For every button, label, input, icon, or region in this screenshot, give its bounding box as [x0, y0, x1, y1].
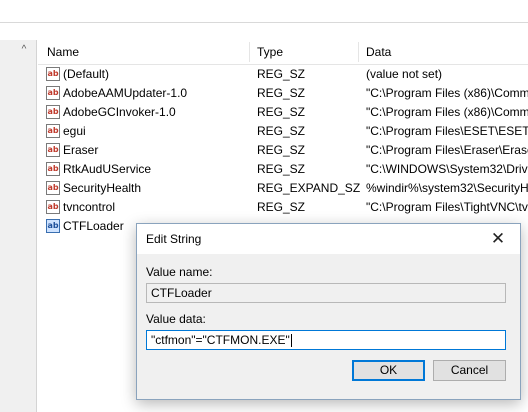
- string-value-icon: ab: [46, 143, 60, 157]
- value-data: "C:\Program Files (x86)\Comm: [366, 105, 528, 119]
- string-value-icon: ab: [46, 162, 60, 176]
- ok-button[interactable]: OK: [352, 360, 425, 381]
- value-name: AdobeGCInvoker-1.0: [63, 105, 176, 119]
- column-header-name[interactable]: Name: [38, 40, 250, 64]
- value-type: REG_SZ: [257, 67, 306, 81]
- string-value-icon: ab: [46, 124, 60, 138]
- value-name: Eraser: [63, 143, 99, 157]
- value-data: "C:\WINDOWS\System32\Drive: [366, 162, 528, 176]
- value-name: (Default): [63, 67, 110, 81]
- column-header-type[interactable]: Type: [248, 40, 358, 64]
- value-data-text: "ctfmon"="CTFMON.EXE": [151, 333, 290, 347]
- column-header-data[interactable]: Data: [357, 40, 528, 64]
- value-data: "C:\Program Files (x86)\Comm: [366, 86, 528, 100]
- top-area: [0, 0, 528, 40]
- dialog-title: Edit String: [146, 232, 202, 246]
- value-name-label: Value name:: [146, 265, 213, 279]
- dialog-titlebar[interactable]: Edit String ✕: [137, 224, 520, 254]
- value-data: %windir%\system32\SecurityH: [366, 181, 528, 195]
- list-item[interactable]: ab AdobeGCInvoker-1.0 REG_SZ "C:\Program…: [38, 103, 528, 122]
- value-name: egui: [63, 124, 86, 138]
- value-type: REG_SZ: [257, 200, 306, 214]
- value-type: REG_SZ: [257, 105, 306, 119]
- value-type: REG_SZ: [257, 162, 306, 176]
- string-value-icon: ab: [46, 181, 60, 195]
- value-data: "C:\Program Files\ESET\ESET Se: [366, 124, 528, 138]
- scroll-up-icon[interactable]: ^: [18, 44, 30, 56]
- text-caret: [290, 334, 292, 348]
- list-item[interactable]: ab (Default) REG_SZ (value not set): [38, 65, 528, 84]
- value-data-input[interactable]: "ctfmon"="CTFMON.EXE": [146, 330, 506, 350]
- list-item[interactable]: ab AdobeAAMUpdater-1.0 REG_SZ "C:\Progra…: [38, 84, 528, 103]
- string-value-icon: ab: [46, 86, 60, 100]
- string-value-icon: ab: [46, 219, 60, 233]
- column-header: Name Type Data: [38, 40, 528, 65]
- divider: [0, 22, 528, 23]
- value-name: CTFLoader: [63, 219, 124, 233]
- value-type: REG_SZ: [257, 124, 306, 138]
- value-name: SecurityHealth: [63, 181, 142, 195]
- value-name: AdobeAAMUpdater-1.0: [63, 86, 188, 100]
- value-data-label: Value data:: [146, 312, 206, 326]
- value-data: (value not set): [366, 67, 443, 81]
- close-icon[interactable]: ✕: [476, 224, 520, 254]
- list-item[interactable]: ab egui REG_SZ "C:\Program Files\ESET\ES…: [38, 122, 528, 141]
- value-name-field[interactable]: CTFLoader: [146, 283, 506, 303]
- value-type: REG_SZ: [257, 143, 306, 157]
- list-item[interactable]: ab Eraser REG_SZ "C:\Program Files\Erase…: [38, 141, 528, 160]
- value-name: RtkAudUService: [63, 162, 152, 176]
- value-name: tvncontrol: [63, 200, 116, 214]
- value-type: REG_EXPAND_SZ: [257, 181, 361, 195]
- tree-pane[interactable]: [0, 40, 37, 412]
- list-item[interactable]: ab SecurityHealth REG_EXPAND_SZ %windir%…: [38, 179, 528, 198]
- list-item[interactable]: ab tvncontrol REG_SZ "C:\Program Files\T…: [38, 198, 528, 217]
- value-data: "C:\Program Files\Eraser\Eraser: [366, 143, 528, 157]
- string-value-icon: ab: [46, 200, 60, 214]
- value-type: REG_SZ: [257, 86, 306, 100]
- string-value-icon: ab: [46, 105, 60, 119]
- edit-string-dialog: Edit String ✕ Value name: CTFLoader Valu…: [136, 223, 521, 400]
- string-value-icon: ab: [46, 67, 60, 81]
- list-item[interactable]: ab RtkAudUService REG_SZ "C:\WINDOWS\Sys…: [38, 160, 528, 179]
- value-data: "C:\Program Files\TightVNC\tv: [366, 200, 528, 214]
- cancel-button[interactable]: Cancel: [433, 360, 506, 381]
